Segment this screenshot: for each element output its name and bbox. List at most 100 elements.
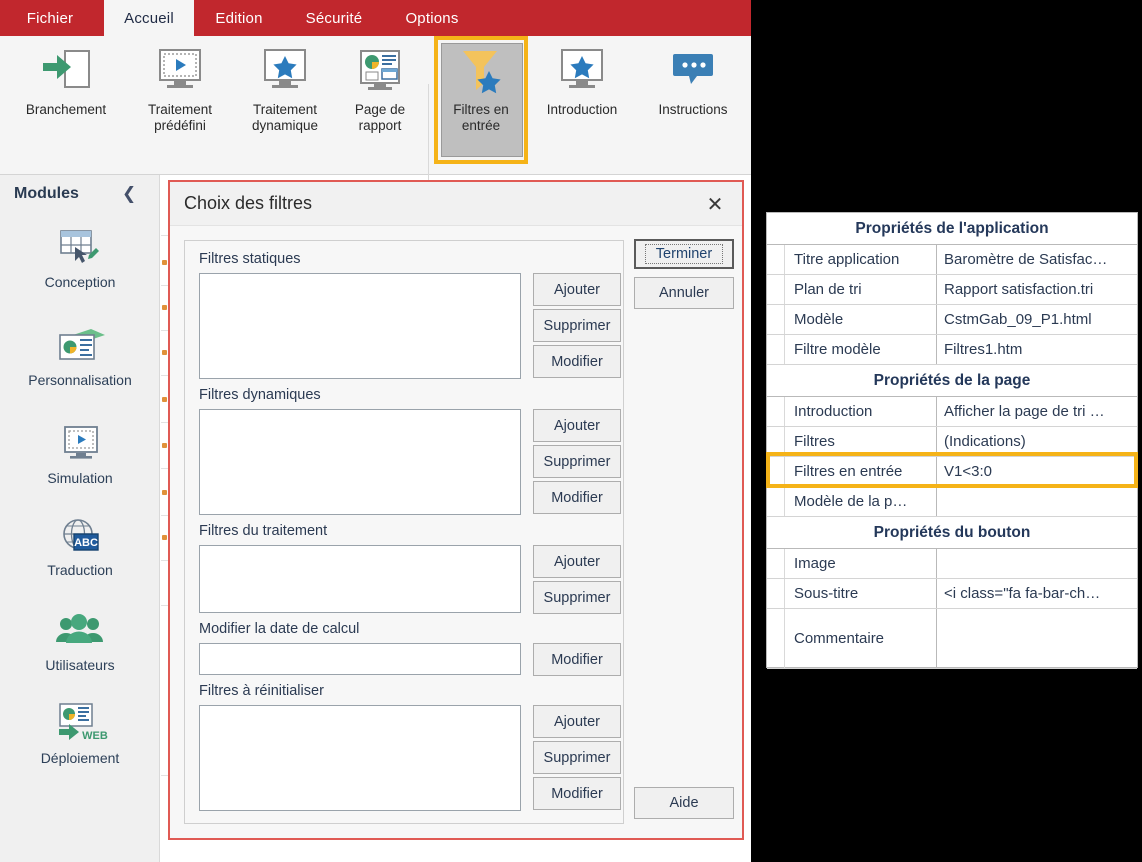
property-value[interactable] <box>937 549 1137 578</box>
property-value[interactable] <box>937 609 1137 668</box>
tab-edition[interactable]: Edition <box>200 0 278 36</box>
users-group-icon <box>51 610 109 654</box>
ribbon-button-filtres-en-entree[interactable]: Filtres en entrée <box>441 42 521 133</box>
ribbon-button-label: Instructions <box>658 102 728 117</box>
property-row-filtres[interactable]: Filtres (Indications) <box>767 427 1137 457</box>
tab-options[interactable]: Options <box>388 0 476 36</box>
row-gutter <box>767 549 785 578</box>
sidebar-item-traduction[interactable]: ABC Traduction <box>0 515 160 578</box>
property-value[interactable]: <i class="fa fa-bar-ch… <box>937 579 1137 608</box>
button-annuler[interactable]: Annuler <box>634 277 734 309</box>
button-label: Modifier <box>551 489 603 506</box>
property-row-titre-application[interactable]: Titre application Baromètre de Satisfac… <box>767 245 1137 275</box>
property-key: Modèle de la p… <box>785 487 937 516</box>
button-modifier-reinitialiser[interactable]: Modifier <box>533 777 621 810</box>
ribbon-button-label: Traitement prédéfini <box>147 102 213 133</box>
property-row-commentaire[interactable]: Commentaire <box>767 609 1137 669</box>
tab-accueil[interactable]: Accueil <box>104 0 194 36</box>
card-chart-icon <box>51 325 109 369</box>
button-modifier-date[interactable]: Modifier <box>533 643 621 676</box>
section-label: Propriétés de l'application <box>855 219 1049 237</box>
ribbon-button-introduction[interactable]: Introduction <box>532 42 632 118</box>
property-row-modele[interactable]: Modèle CstmGab_09_P1.html <box>767 305 1137 335</box>
tab-fichier[interactable]: Fichier <box>6 0 94 36</box>
button-ajouter-statiques[interactable]: Ajouter <box>533 273 621 306</box>
sidebar-item-simulation[interactable]: Simulation <box>0 423 160 486</box>
row-gutter <box>767 275 785 304</box>
input-date-de-calcul[interactable] <box>199 643 521 675</box>
monitor-star-icon <box>259 42 311 98</box>
application-window: Fichier Accueil Edition Sécurité Options… <box>0 0 751 862</box>
property-key: Titre application <box>785 245 937 274</box>
ribbon-button-label: Page de rapport <box>354 102 406 133</box>
sidebar-item-label: Déploiement <box>40 750 120 766</box>
ribbon-button-branchement[interactable]: Branchement <box>12 42 120 118</box>
row-gutter <box>767 245 785 274</box>
listbox-filtres-du-traitement[interactable] <box>199 545 521 613</box>
property-row-plan-de-tri[interactable]: Plan de tri Rapport satisfaction.tri <box>767 275 1137 305</box>
property-row-filtres-en-entree[interactable]: Filtres en entrée V1<3:0 <box>767 457 1137 487</box>
button-ajouter-reinitialiser[interactable]: Ajouter <box>533 705 621 738</box>
button-label: Supprimer <box>543 589 611 606</box>
monitor-play-icon <box>51 423 109 467</box>
property-value[interactable]: Rapport satisfaction.tri <box>937 275 1137 304</box>
property-value[interactable]: CstmGab_09_P1.html <box>937 305 1137 334</box>
button-label: Modifier <box>551 785 603 802</box>
svg-text:ABC: ABC <box>74 537 98 549</box>
button-supprimer-statiques[interactable]: Supprimer <box>533 309 621 342</box>
ribbon-button-traitement-dynamique[interactable]: Traitement dynamique <box>236 42 334 133</box>
property-value[interactable]: (Indications) <box>937 427 1137 456</box>
listbox-filtres-dynamiques[interactable] <box>199 409 521 515</box>
sidebar-item-utilisateurs[interactable]: Utilisateurs <box>0 610 160 673</box>
property-row-filtre-modele[interactable]: Filtre modèle Filtres1.htm <box>767 335 1137 365</box>
tab-securite[interactable]: Sécurité <box>290 0 378 36</box>
property-value[interactable]: Baromètre de Satisfac… <box>937 245 1137 274</box>
button-modifier-statiques[interactable]: Modifier <box>533 345 621 378</box>
listbox-filtres-a-reinitialiser[interactable] <box>199 705 521 811</box>
button-ajouter-traitement[interactable]: Ajouter <box>533 545 621 578</box>
property-row-sous-titre[interactable]: Sous-titre <i class="fa fa-bar-ch… <box>767 579 1137 609</box>
row-gutter <box>767 609 785 668</box>
sidebar-title: Modules <box>14 185 79 202</box>
speech-bubble-icon <box>667 42 719 98</box>
property-key: Introduction <box>785 397 937 426</box>
sidebar: Modules ❮ Conception Personnalisation Si… <box>0 175 160 862</box>
property-value[interactable]: Afficher la page de tri … <box>937 397 1137 426</box>
chevron-left-icon[interactable]: ❮ <box>122 184 136 204</box>
button-ajouter-dynamiques[interactable]: Ajouter <box>533 409 621 442</box>
button-supprimer-reinitialiser[interactable]: Supprimer <box>533 741 621 774</box>
ribbon-button-page-de-rapport[interactable]: Page de rapport <box>341 42 419 133</box>
tab-label: Options <box>405 9 459 27</box>
ribbon-button-instructions[interactable]: Instructions <box>643 42 743 118</box>
button-terminer[interactable]: Terminer <box>634 239 734 269</box>
row-gutter <box>767 305 785 334</box>
properties-section-application: Propriétés de l'application <box>767 213 1137 245</box>
property-value[interactable]: V1<3:0 <box>937 457 1137 486</box>
property-key: Modèle <box>785 305 937 334</box>
sidebar-item-conception[interactable]: Conception <box>0 227 160 290</box>
button-supprimer-dynamiques[interactable]: Supprimer <box>533 445 621 478</box>
button-supprimer-traitement[interactable]: Supprimer <box>533 581 621 614</box>
svg-text:WEB: WEB <box>82 730 108 742</box>
property-row-image[interactable]: Image <box>767 549 1137 579</box>
property-key: Filtre modèle <box>785 335 937 364</box>
sidebar-item-personnalisation[interactable]: Personnalisation <box>0 325 160 388</box>
button-label: Ajouter <box>554 553 600 570</box>
globe-abc-icon: ABC <box>51 515 109 559</box>
sidebar-item-deploiement[interactable]: WEB Déploiement <box>0 703 160 766</box>
monitor-play-icon <box>154 42 206 98</box>
property-value[interactable]: Filtres1.htm <box>937 335 1137 364</box>
button-label: Annuler <box>659 285 709 301</box>
property-row-introduction[interactable]: Introduction Afficher la page de tri … <box>767 397 1137 427</box>
button-modifier-dynamiques[interactable]: Modifier <box>533 481 621 514</box>
button-label: Supprimer <box>543 453 611 470</box>
close-icon[interactable]: ✕ <box>702 192 728 216</box>
listbox-filtres-statiques[interactable] <box>199 273 521 379</box>
property-key: Sous-titre <box>785 579 937 608</box>
button-aide[interactable]: Aide <box>634 787 734 819</box>
property-row-modele-de-la-page[interactable]: Modèle de la p… <box>767 487 1137 517</box>
property-value[interactable] <box>937 487 1137 516</box>
ribbon-button-traitement-predefini[interactable]: Traitement prédéfini <box>131 42 229 133</box>
grid-pencil-icon <box>51 227 109 271</box>
button-label: Aide <box>669 795 699 811</box>
